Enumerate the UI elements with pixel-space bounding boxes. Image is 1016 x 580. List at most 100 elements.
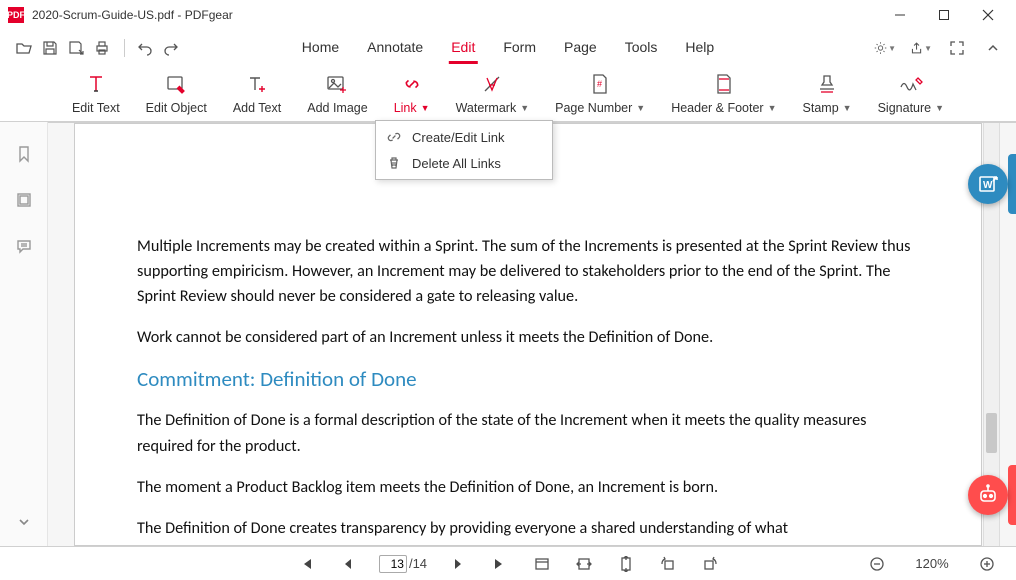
signature-label: Signature: [878, 101, 932, 115]
ai-assist-edge: [1008, 465, 1016, 525]
window-title: 2020-Scrum-Guide-US.pdf - PDFgear: [32, 8, 233, 22]
tab-annotate[interactable]: Annotate: [365, 33, 425, 64]
fit-width-button[interactable]: [573, 553, 595, 575]
rotate-right-button[interactable]: [699, 553, 721, 575]
brightness-icon[interactable]: ▼: [874, 37, 896, 59]
page-indicator: /14: [379, 555, 427, 573]
caret-down-icon: ▼: [636, 103, 645, 113]
prev-page-button[interactable]: [337, 553, 359, 575]
share-icon[interactable]: ▼: [910, 37, 932, 59]
caret-down-icon: ▼: [768, 103, 777, 113]
next-page-button[interactable]: [447, 553, 469, 575]
caret-down-icon: ▼: [421, 103, 430, 113]
page-number-button[interactable]: # Page Number ▼: [551, 69, 649, 117]
save-as-icon[interactable]: [64, 36, 88, 60]
open-icon[interactable]: [12, 36, 36, 60]
add-image-icon: [324, 71, 350, 97]
scrollbar-thumb[interactable]: [986, 413, 997, 453]
tab-page[interactable]: Page: [562, 33, 599, 64]
collapse-ribbon-icon[interactable]: [982, 37, 1004, 59]
create-edit-link-item[interactable]: Create/Edit Link: [376, 124, 552, 150]
edit-object-icon: [163, 71, 189, 97]
close-button[interactable]: [966, 0, 1010, 30]
delete-all-links-item[interactable]: Delete All Links: [376, 150, 552, 176]
watermark-label: Watermark: [456, 101, 517, 115]
comments-icon[interactable]: [12, 234, 36, 258]
undo-icon[interactable]: [133, 36, 157, 60]
first-page-button[interactable]: [295, 553, 317, 575]
paragraph: Multiple Increments may be created withi…: [137, 234, 919, 309]
stamp-icon: [814, 71, 840, 97]
zoom-in-button[interactable]: [976, 553, 998, 575]
signature-button[interactable]: Signature ▼: [874, 69, 948, 117]
paragraph: The moment a Product Backlog item meets …: [137, 475, 919, 500]
link-dropdown: Create/Edit Link Delete All Links: [375, 120, 553, 180]
zoom-out-button[interactable]: [866, 553, 888, 575]
link-button[interactable]: Link ▼: [390, 69, 434, 117]
add-image-label: Add Image: [307, 101, 367, 115]
paragraph: Work cannot be considered part of an Inc…: [137, 325, 919, 350]
print-icon[interactable]: [90, 36, 114, 60]
tab-form[interactable]: Form: [501, 33, 538, 64]
fit-page-button[interactable]: [615, 553, 637, 575]
header-footer-button[interactable]: Header & Footer ▼: [667, 69, 780, 117]
tab-tools[interactable]: Tools: [623, 33, 660, 64]
status-bar: /14 120%: [0, 546, 1016, 580]
edit-text-label: Edit Text: [72, 101, 120, 115]
tab-edit[interactable]: Edit: [449, 33, 477, 64]
add-text-label: Add Text: [233, 101, 281, 115]
actual-size-button[interactable]: [531, 553, 553, 575]
menu-tabs: Home Annotate Edit Form Page Tools Help: [300, 33, 716, 64]
tab-help[interactable]: Help: [683, 33, 716, 64]
rotate-left-button[interactable]: [657, 553, 679, 575]
minimize-button[interactable]: [878, 0, 922, 30]
link-label: Link: [394, 101, 417, 115]
maximize-button[interactable]: [922, 0, 966, 30]
page-number-icon: #: [587, 71, 613, 97]
caret-down-icon: ▼: [843, 103, 852, 113]
edit-object-label: Edit Object: [146, 101, 207, 115]
trash-icon: [386, 155, 402, 171]
page-input[interactable]: [379, 555, 407, 573]
fullscreen-icon[interactable]: [946, 37, 968, 59]
caret-down-icon: ▼: [520, 103, 529, 113]
page-total: /14: [409, 556, 427, 571]
paragraph: The Definition of Done creates transpare…: [137, 516, 919, 541]
create-edit-link-label: Create/Edit Link: [412, 130, 505, 145]
ai-assistant-button[interactable]: [968, 475, 1008, 515]
thumbnails-icon[interactable]: [12, 188, 36, 212]
link-small-icon: [386, 129, 402, 145]
word-export-edge: [1008, 154, 1016, 214]
save-icon[interactable]: [38, 36, 62, 60]
chevron-down-icon[interactable]: [12, 510, 36, 534]
paragraph: The Definition of Done is a formal descr…: [137, 408, 919, 458]
header-footer-label: Header & Footer: [671, 101, 763, 115]
edit-object-button[interactable]: Edit Object: [142, 69, 211, 117]
title-bar: PDF 2020-Scrum-Guide-US.pdf - PDFgear: [0, 0, 1016, 30]
edit-text-button[interactable]: Edit Text: [68, 69, 124, 117]
document-viewport[interactable]: Multiple Increments may be created withi…: [48, 122, 1016, 546]
caret-down-icon: ▼: [935, 103, 944, 113]
watermark-button[interactable]: Watermark ▼: [452, 69, 534, 117]
menu-bar: Home Annotate Edit Form Page Tools Help …: [0, 30, 1016, 66]
last-page-button[interactable]: [489, 553, 511, 575]
stamp-label: Stamp: [803, 101, 839, 115]
page-number-label: Page Number: [555, 101, 632, 115]
stamp-button[interactable]: Stamp ▼: [799, 69, 856, 117]
header-footer-icon: [711, 71, 737, 97]
svg-text:#: #: [597, 79, 602, 89]
watermark-icon: [479, 71, 505, 97]
add-text-button[interactable]: Add Text: [229, 69, 285, 117]
redo-icon[interactable]: [159, 36, 183, 60]
ribbon-edit: Edit Text Edit Object Add Text Add Image…: [0, 66, 1016, 122]
convert-to-word-button[interactable]: W: [968, 164, 1008, 204]
left-sidebar: [0, 122, 48, 546]
svg-text:W: W: [983, 180, 993, 191]
pdf-page: Multiple Increments may be created withi…: [74, 123, 982, 546]
add-image-button[interactable]: Add Image: [303, 69, 371, 117]
signature-icon: [898, 71, 924, 97]
add-text-icon: [244, 71, 270, 97]
bookmarks-icon[interactable]: [12, 142, 36, 166]
heading-definition-of-done: Commitment: Definition of Done: [137, 366, 919, 392]
tab-home[interactable]: Home: [300, 33, 341, 64]
